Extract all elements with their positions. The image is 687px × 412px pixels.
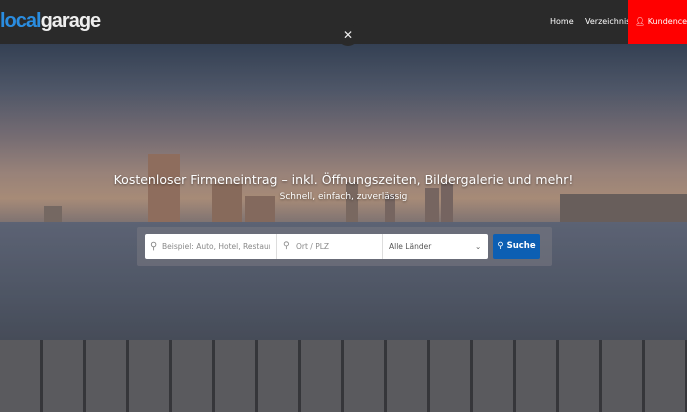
hero-subtitle: Schnell, einfach, zuverlässig	[279, 192, 408, 202]
query-input[interactable]: Beispiel: Auto, Hotel, Restaurant,	[162, 234, 270, 259]
nav-home[interactable]: Home	[550, 0, 574, 44]
location-pin-icon: ⚲	[283, 241, 290, 251]
nav-kundencenter[interactable]: 👤︎ Kundencenter	[628, 0, 687, 44]
location-input[interactable]: Ort / PLZ	[296, 234, 381, 259]
search-icon: ⚲	[497, 241, 507, 251]
search-icon: ⚲	[150, 241, 158, 252]
logo[interactable]: localgarage	[0, 10, 101, 33]
search-button[interactable]: ⚲ Suche	[493, 234, 540, 259]
close-icon[interactable]: ✕	[337, 24, 359, 46]
search-form: ⚲ Beispiel: Auto, Hotel, Restaurant, ⚲ O…	[145, 234, 488, 259]
hero-title: Kostenloser Firmeneintrag – inkl. Öffnun…	[113, 172, 574, 187]
chevron-down-icon: ⌄	[475, 242, 482, 251]
country-select[interactable]: Alle Länder	[389, 234, 484, 259]
user-icon: 👤︎	[635, 17, 648, 26]
nav-verzeichnis[interactable]: Verzeichnis	[585, 0, 630, 44]
